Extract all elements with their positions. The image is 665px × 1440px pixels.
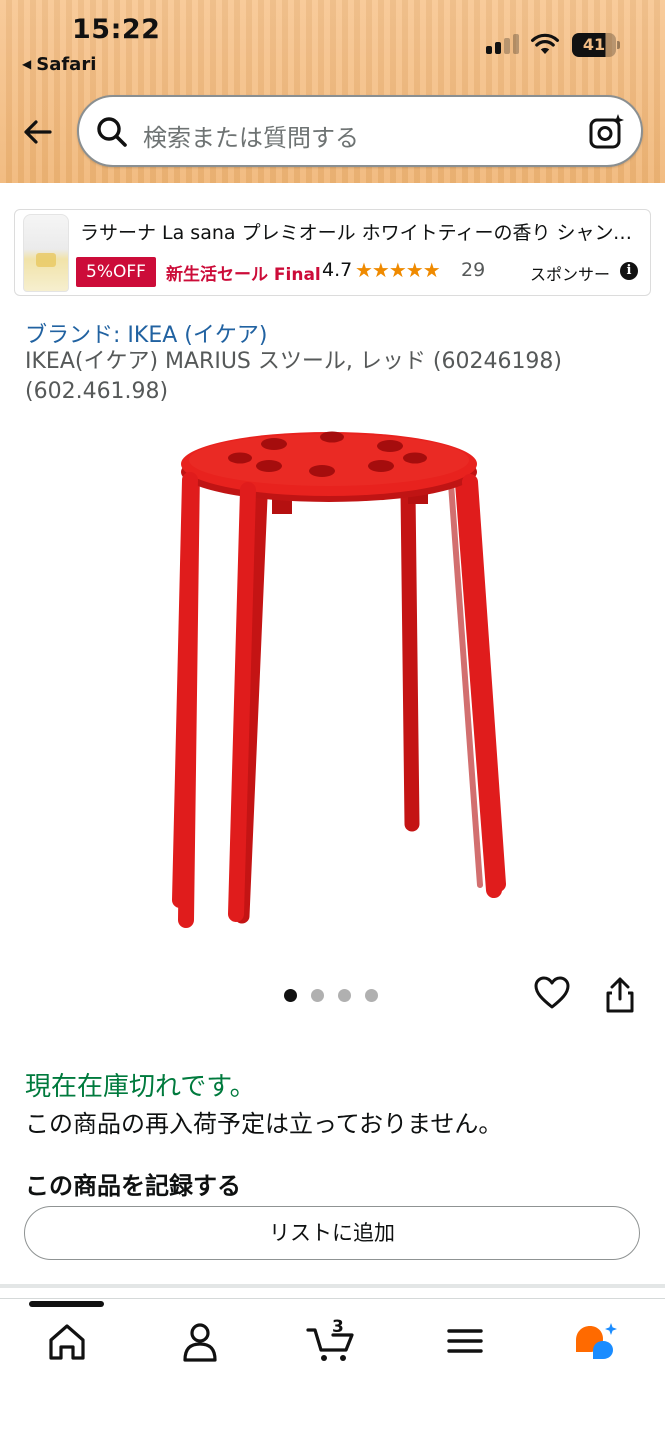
sale-label: 新生活セール Final xyxy=(166,265,321,285)
restock-note: この商品の再入荷予定は立っておりません。 xyxy=(25,1110,503,1138)
image-carousel-dots[interactable] xyxy=(284,987,392,1002)
home-icon[interactable] xyxy=(42,1318,92,1366)
info-icon[interactable]: i xyxy=(620,262,638,280)
back-arrow-icon[interactable] xyxy=(20,114,56,150)
record-heading: この商品を記録する xyxy=(25,1172,241,1200)
share-icon[interactable] xyxy=(603,975,637,1015)
discount-badge: 5%OFF xyxy=(76,257,156,287)
carousel-dot-2[interactable] xyxy=(311,989,324,1002)
back-to-safari[interactable]: ◀ Safari xyxy=(22,54,96,75)
signal-icon xyxy=(486,34,520,54)
ad-title[interactable]: ラサーナ La sana プレミオール ホワイトティーの香り シャンプー xyxy=(80,218,640,245)
brand-link[interactable]: ブランド: IKEA (イケア) xyxy=(25,317,267,349)
battery-level: 41 xyxy=(582,35,606,54)
stock-status: 現在在庫切れです。 xyxy=(25,1072,256,1102)
ad-rating: 4.7 xyxy=(322,259,353,281)
account-icon[interactable] xyxy=(175,1318,225,1366)
search-icon xyxy=(97,117,127,147)
nav-active-indicator xyxy=(29,1301,104,1307)
search-bar[interactable]: 検索または質問する xyxy=(77,95,643,167)
sponsored-label: スポンサー xyxy=(530,265,611,284)
product-title: IKEA(イケア) MARIUS スツール, レッド (60246198) (6… xyxy=(25,349,563,404)
menu-icon[interactable] xyxy=(440,1318,490,1366)
header: 15:22 ◀ Safari 41 検索または質問する xyxy=(0,0,665,183)
wifi-icon xyxy=(531,33,559,54)
ad-review-count: 29 xyxy=(461,259,486,281)
search-input[interactable]: 検索または質問する xyxy=(143,118,359,153)
camera-search-icon[interactable] xyxy=(587,112,627,152)
rufus-assistant-icon[interactable] xyxy=(571,1318,621,1366)
status-time: 15:22 xyxy=(72,14,161,45)
add-to-list-button[interactable]: リストに追加 xyxy=(24,1206,640,1260)
cart-count-badge: 3 xyxy=(332,1317,344,1337)
back-triangle-icon: ◀ xyxy=(22,57,32,71)
back-app-label: Safari xyxy=(36,54,97,75)
sponsored-ad[interactable]: ラサーナ La sana プレミオール ホワイトティーの香り シャンプー 5%O… xyxy=(14,209,651,296)
star-rating-icon: ★★★★★ xyxy=(355,258,441,282)
cart-icon[interactable] xyxy=(306,1318,356,1366)
heart-icon[interactable] xyxy=(533,974,571,1012)
ad-product-image xyxy=(23,214,69,292)
carousel-dot-1[interactable] xyxy=(284,989,297,1002)
carousel-dot-3[interactable] xyxy=(338,989,351,1002)
carousel-dot-4[interactable] xyxy=(365,989,378,1002)
battery-icon: 41 xyxy=(572,33,620,57)
product-image[interactable] xyxy=(150,420,510,930)
section-divider xyxy=(0,1284,665,1288)
